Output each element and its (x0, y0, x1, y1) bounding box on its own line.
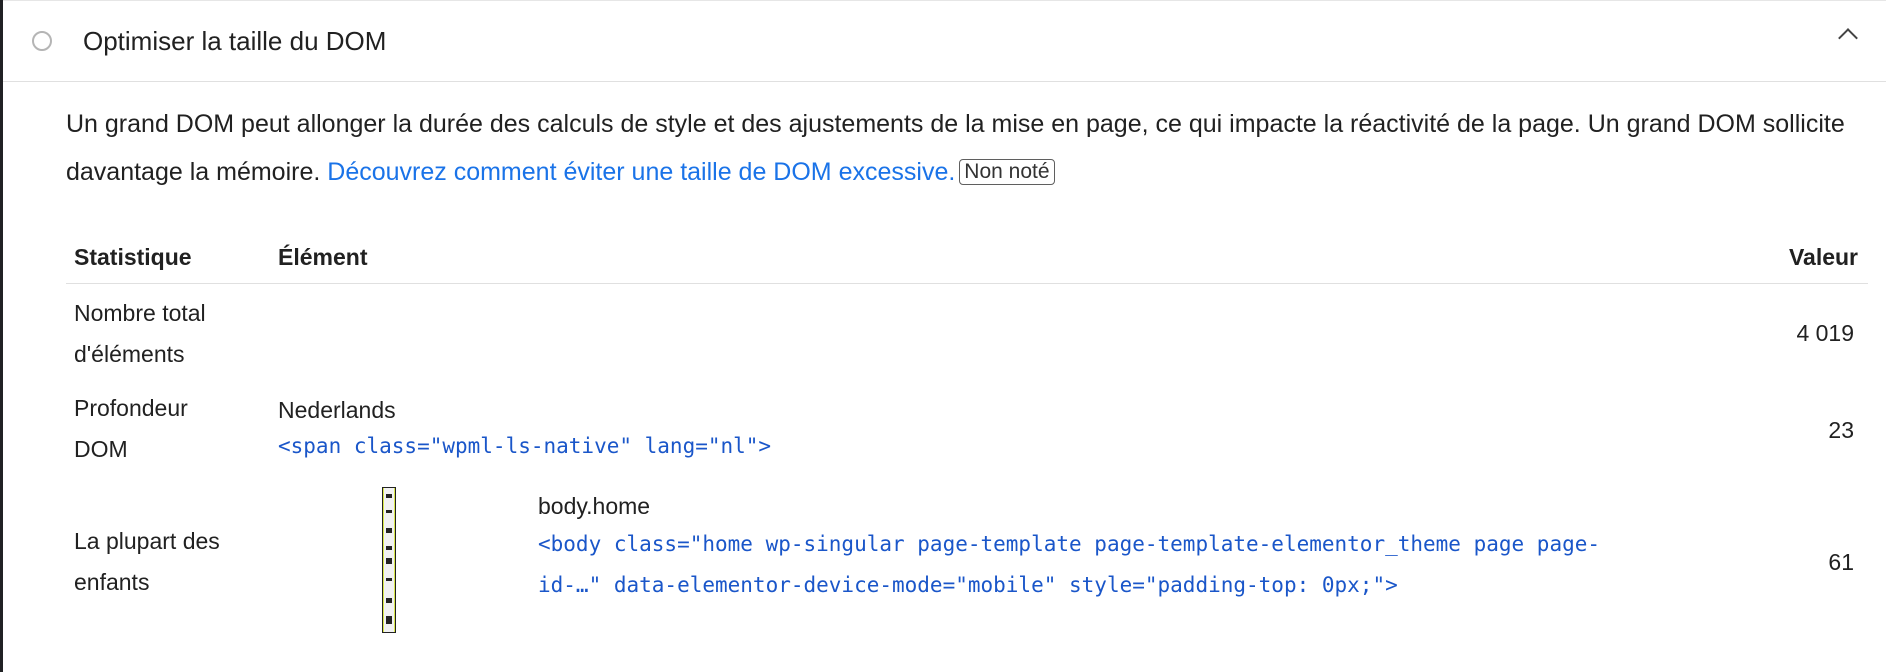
element-cell[interactable]: body.home <body class="home wp-singular … (538, 488, 1600, 606)
node-label: Nederlands (278, 397, 396, 423)
node-snippet[interactable]: <span class="wpml-ls-native" lang="nl"> (278, 427, 771, 465)
column-header-value: Valeur (1788, 244, 1858, 270)
value-cell: 23 (1828, 417, 1854, 443)
node-snippet[interactable]: id-…" data-elementor-device-mode="mobile… (538, 565, 1600, 606)
chevron-up-icon[interactable] (1838, 28, 1858, 48)
statistic-cell: Profondeur DOM (74, 388, 188, 470)
not-scored-badge: Non noté (959, 159, 1055, 185)
value-cell: 4 019 (1796, 320, 1854, 346)
audit-title: Optimiser la taille du DOM (83, 26, 387, 56)
element-screenshot-thumbnail[interactable] (382, 487, 396, 633)
table-header-row: Statistique Élément Valeur (66, 230, 1868, 284)
learn-more-link[interactable]: Découvrez comment éviter une taille de D… (327, 158, 955, 186)
column-header-statistic: Statistique (74, 244, 192, 270)
audit-header[interactable]: Optimiser la taille du DOM (3, 0, 1886, 82)
node-snippet[interactable]: <body class="home wp-singular page-templ… (538, 524, 1600, 565)
statistic-label: DOM (74, 436, 128, 462)
statistic-label: enfants (74, 569, 150, 595)
column-header-element: Élément (278, 244, 368, 270)
statistic-cell: Nombre total d'éléments (74, 293, 206, 375)
left-window-edge (0, 0, 3, 672)
statistic-label: Profondeur (74, 395, 188, 421)
statistic-cell: La plupart des enfants (74, 521, 220, 603)
value-cell: 61 (1828, 549, 1854, 575)
audit-description: Un grand DOM peut allonger la durée des … (66, 100, 1876, 196)
statistic-label: d'éléments (74, 341, 185, 367)
circle-outline-icon (32, 31, 52, 51)
statistic-label: Nombre total (74, 300, 206, 326)
node-label: body.home (538, 493, 651, 519)
element-cell[interactable]: Nederlands <span class="wpml-ls-native" … (278, 393, 771, 465)
statistic-label: La plupart des (74, 528, 220, 554)
